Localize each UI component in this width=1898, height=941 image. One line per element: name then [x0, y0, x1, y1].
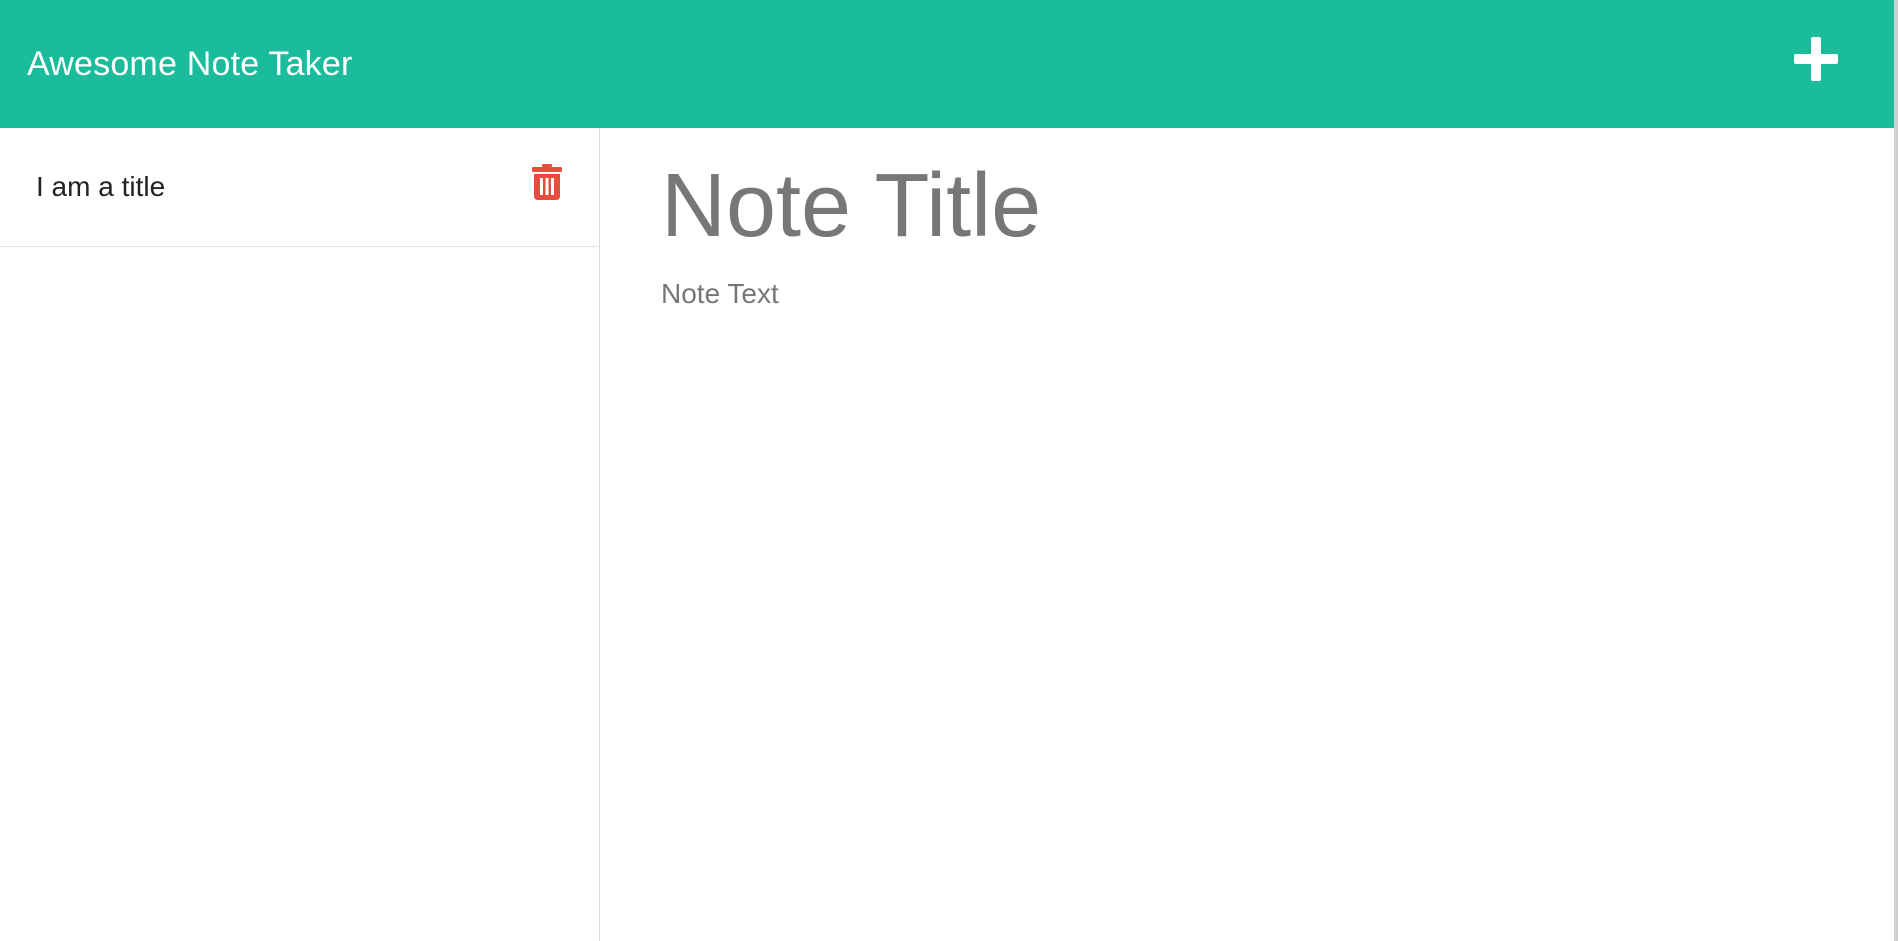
list-item[interactable]: I am a title — [0, 128, 598, 247]
note-editor — [601, 128, 1894, 941]
plus-icon-vertical — [1811, 37, 1821, 81]
note-item-title[interactable]: I am a title — [36, 170, 165, 204]
trash-icon[interactable] — [532, 164, 562, 200]
note-text-input[interactable] — [661, 276, 1841, 876]
brand-link[interactable]: Awesome Note Taker — [27, 40, 353, 88]
navbar: Awesome Note Taker — [0, 0, 1894, 128]
plus-icon[interactable] — [1794, 37, 1838, 81]
window-edge — [1894, 0, 1898, 941]
note-list: I am a title — [0, 128, 600, 941]
note-title-input[interactable] — [661, 150, 1841, 262]
trash-icon-svg — [532, 164, 562, 200]
app: Awesome Note Taker I am a title — [0, 0, 1898, 941]
